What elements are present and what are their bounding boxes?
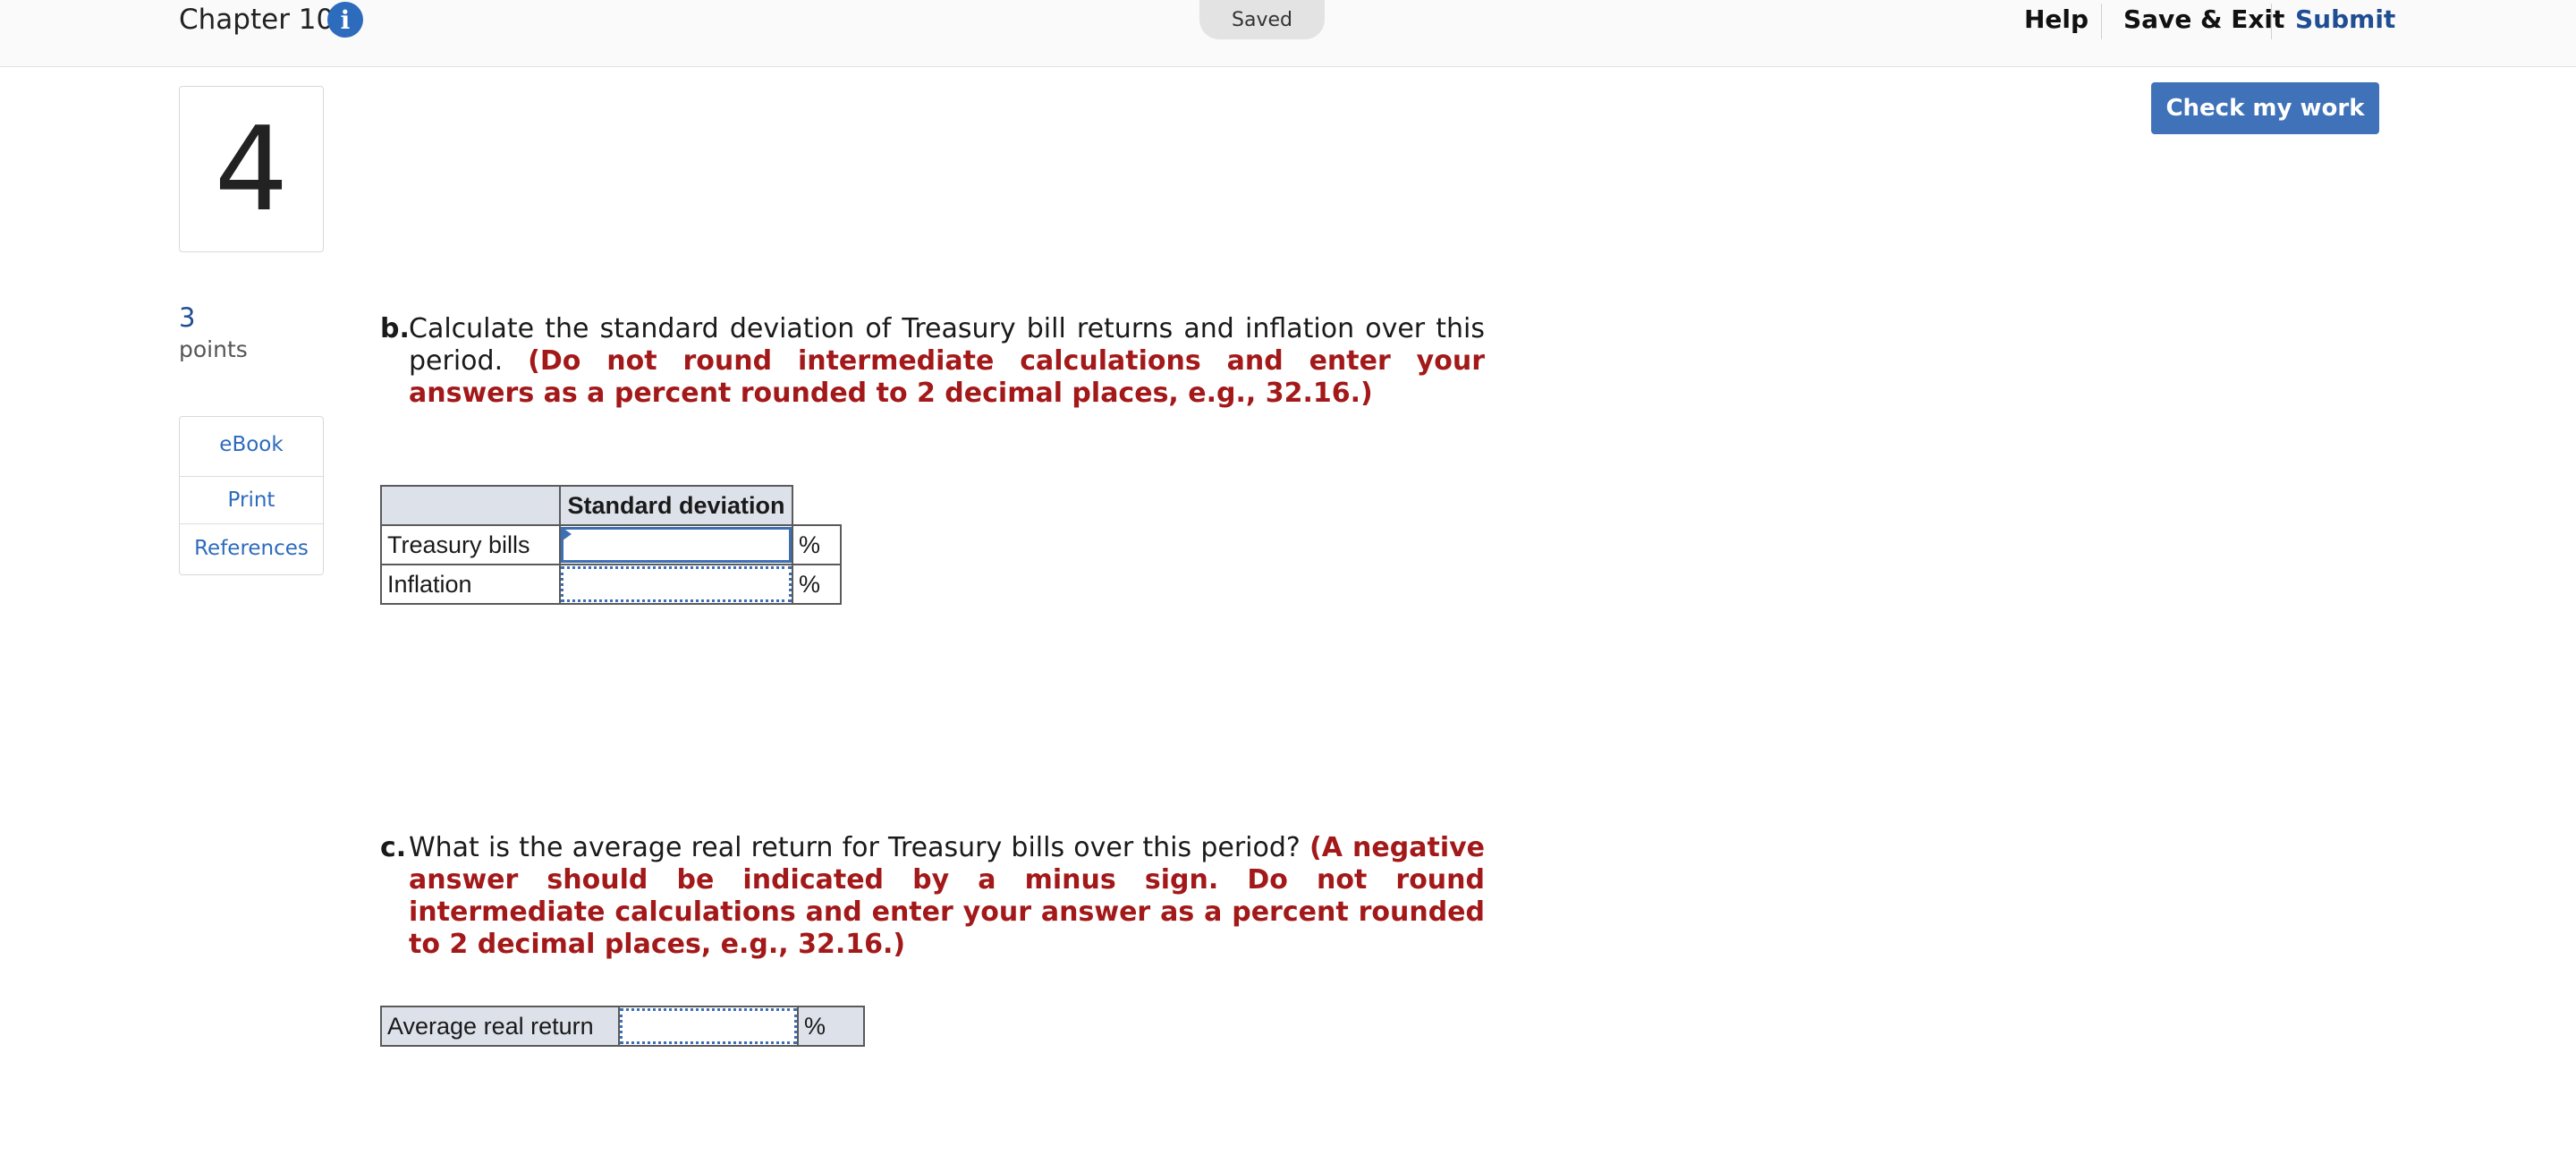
average-real-return-table: Average real return %: [380, 1006, 865, 1047]
percent-unit: %: [792, 524, 842, 565]
table-corner-cell: [380, 485, 561, 526]
submit-link[interactable]: Submit: [2295, 0, 2395, 39]
chapter-title: Chapter 10: [179, 4, 335, 36]
nav-divider: [2101, 4, 2102, 39]
average-real-return-cell: [618, 1006, 799, 1047]
saved-status-badge: Saved: [1199, 0, 1325, 39]
table-row: Treasury bills %: [380, 524, 842, 565]
points-label: points: [179, 336, 248, 362]
treasury-bills-label: Treasury bills: [380, 524, 561, 565]
average-real-return-input[interactable]: [620, 1008, 797, 1044]
part-c-prompt: c. What is the average real return for T…: [380, 832, 1485, 961]
question-number: 4: [179, 86, 324, 252]
points-value: 3: [179, 302, 196, 333]
question-tools: eBook Print References: [179, 416, 324, 575]
part-b-prompt: b. Calculate the standard deviation of T…: [380, 313, 1485, 410]
part-c-text: What is the average real return for Trea…: [409, 832, 1301, 863]
average-real-return-label: Average real return: [380, 1006, 620, 1047]
treasury-bills-cell: [559, 524, 793, 565]
inflation-label: Inflation: [380, 564, 561, 605]
table-row: Average real return %: [380, 1006, 865, 1047]
save-exit-link[interactable]: Save & Exit: [2123, 0, 2284, 39]
table-row: Inflation %: [380, 564, 842, 605]
references-link[interactable]: References: [180, 524, 323, 573]
table-blank-cell: [792, 486, 841, 526]
focus-marker-icon: [563, 528, 572, 540]
percent-unit: %: [792, 564, 842, 605]
inflation-cell: [559, 564, 793, 605]
part-b-hint: (Do not round intermediate calculations …: [409, 345, 1485, 409]
std-dev-column-header: Standard deviation: [559, 485, 793, 526]
ebook-link[interactable]: eBook: [180, 420, 323, 469]
help-link[interactable]: Help: [2024, 0, 2089, 39]
top-bar: Chapter 10 i Saved Help Save & Exit Subm…: [0, 0, 2576, 67]
treasury-bills-input[interactable]: [561, 527, 792, 563]
part-c-letter: c.: [380, 832, 407, 863]
percent-unit: %: [797, 1006, 865, 1047]
inflation-input[interactable]: [561, 566, 792, 602]
standard-deviation-table: Standard deviation Treasury bills % Infl…: [380, 485, 842, 605]
print-link[interactable]: Print: [180, 476, 323, 524]
info-icon[interactable]: i: [327, 2, 363, 38]
nav-divider: [2271, 4, 2272, 39]
part-b-letter: b.: [380, 313, 410, 344]
check-my-work-button[interactable]: Check my work: [2151, 82, 2379, 134]
